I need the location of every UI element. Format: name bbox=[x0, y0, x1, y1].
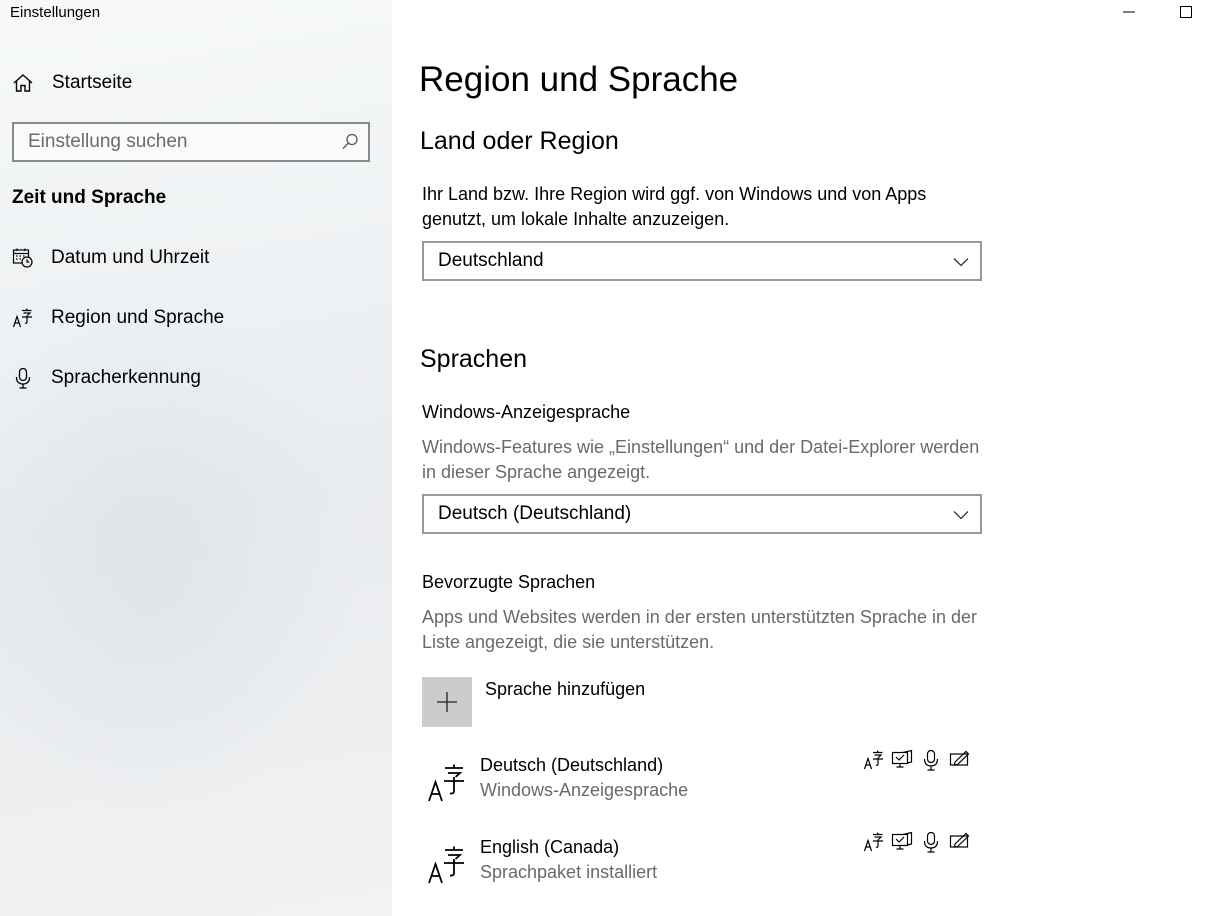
minimize-button[interactable] bbox=[1106, 0, 1152, 28]
sidebar-item-speech[interactable]: Spracherkennung bbox=[0, 356, 392, 400]
maximize-icon bbox=[1179, 5, 1193, 24]
country-region-dropdown[interactable]: Deutschland bbox=[422, 241, 982, 281]
add-language-label: Sprache hinzufügen bbox=[485, 679, 646, 699]
search-input[interactable] bbox=[28, 124, 328, 160]
sidebar-item-label: Region und Sprache bbox=[51, 307, 225, 328]
microphone-icon bbox=[920, 831, 942, 853]
settings-search[interactable] bbox=[12, 122, 370, 162]
handwriting-icon bbox=[949, 749, 971, 771]
region-heading: Land oder Region bbox=[420, 127, 619, 155]
display-language-description: Windows-Features wie „Einstellungen“ und… bbox=[422, 437, 980, 482]
language-icon bbox=[426, 845, 466, 885]
dropdown-value: Deutsch (Deutschland) bbox=[438, 503, 632, 524]
display-language-dropdown[interactable]: Deutsch (Deutschland) bbox=[422, 494, 982, 534]
chevron-down-icon bbox=[952, 506, 970, 524]
handwriting-icon bbox=[949, 831, 971, 853]
language-pack-icon bbox=[863, 749, 885, 771]
minimize-icon bbox=[1122, 5, 1136, 24]
dropdown-value: Deutschland bbox=[438, 250, 544, 271]
language-status: Windows-Anzeigesprache bbox=[480, 780, 689, 800]
display-icon bbox=[891, 831, 913, 853]
language-pack-icon bbox=[863, 831, 885, 853]
sidebar-item-region-language[interactable]: Region und Sprache bbox=[0, 296, 392, 340]
page-title: Region und Sprache bbox=[419, 60, 739, 99]
sidebar: Einstellungen Startseite Zeit und Sprach… bbox=[0, 0, 392, 916]
maximize-button[interactable] bbox=[1163, 0, 1209, 28]
sidebar-item-home[interactable]: Startseite bbox=[0, 61, 392, 105]
plus-icon bbox=[422, 677, 472, 727]
preferred-languages-label: Bevorzugte Sprachen bbox=[422, 572, 596, 592]
language-status: Sprachpaket installiert bbox=[480, 862, 658, 882]
language-name: English (Canada) bbox=[480, 837, 620, 857]
add-language-button[interactable]: Sprache hinzufügen bbox=[422, 677, 822, 727]
chevron-down-icon bbox=[952, 253, 970, 271]
region-description: Ihr Land bzw. Ihre Region wird ggf. von … bbox=[422, 184, 927, 229]
home-icon bbox=[12, 72, 34, 94]
sidebar-item-date-time[interactable]: Datum und Uhrzeit bbox=[0, 236, 392, 280]
sidebar-item-label: Datum und Uhrzeit bbox=[51, 247, 210, 268]
display-icon bbox=[891, 749, 913, 771]
microphone-icon bbox=[920, 749, 942, 771]
language-name: Deutsch (Deutschland) bbox=[480, 755, 664, 775]
preferred-languages-description: Apps und Websites werden in der ersten u… bbox=[422, 607, 977, 652]
microphone-icon bbox=[12, 367, 34, 389]
sidebar-item-label: Spracherkennung bbox=[51, 367, 201, 388]
calendar-clock-icon bbox=[12, 247, 34, 269]
sidebar-section-title: Zeit und Sprache bbox=[12, 187, 167, 208]
display-language-label: Windows-Anzeigesprache bbox=[422, 402, 631, 422]
search-icon[interactable] bbox=[340, 132, 360, 152]
sidebar-item-label: Startseite bbox=[52, 72, 133, 93]
language-icon bbox=[12, 307, 34, 329]
language-icon bbox=[426, 763, 466, 803]
window-title: Einstellungen bbox=[10, 4, 101, 21]
language-list-item[interactable]: English (Canada) Sprachpaket installiert bbox=[422, 831, 982, 899]
language-list-item[interactable]: Deutsch (Deutschland) Windows-Anzeigespr… bbox=[422, 749, 982, 817]
languages-heading: Sprachen bbox=[420, 345, 528, 373]
